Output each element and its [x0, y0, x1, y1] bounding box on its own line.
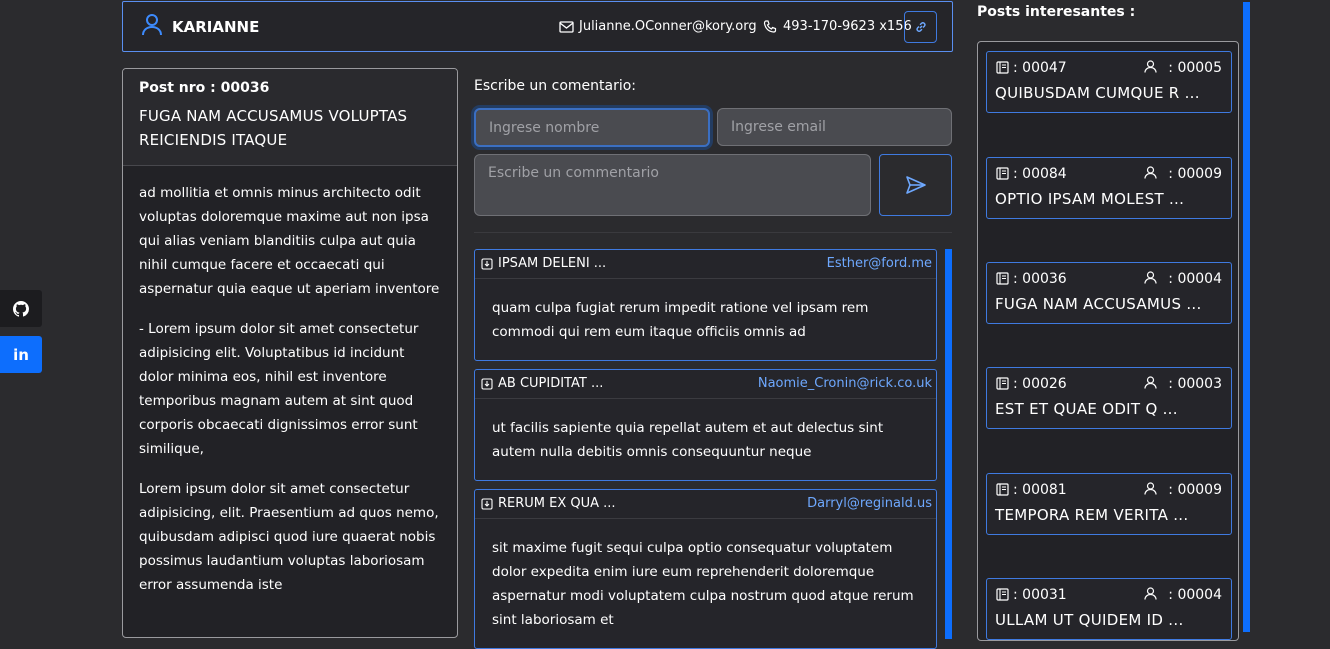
comment-textarea[interactable]: Escribe un commentario	[474, 154, 871, 216]
post-paragraph: - Lorem ipsum dolor sit amet consectetur…	[139, 321, 419, 457]
interesting-posts-panel: : 00047 : 00005 QUIBUSDAM CUMQUE R ... :…	[977, 41, 1239, 641]
comment-card: IPSAM DELENI ... Esther@ford.me quam cul…	[474, 249, 937, 361]
post-user-id: : 00003	[1168, 376, 1222, 392]
post-title: QUIBUSDAM CUMQUE R ...	[995, 84, 1200, 102]
post-title: ULLAM UT QUIDEM ID ...	[995, 611, 1184, 629]
github-button[interactable]	[0, 290, 42, 327]
email-input[interactable]: Ingrese email	[717, 108, 952, 146]
post-user-id: : 00009	[1168, 166, 1222, 182]
user-icon	[1144, 271, 1157, 284]
comment-header: IPSAM DELENI ... Esther@ford.me	[475, 250, 936, 279]
user-icon	[1144, 482, 1157, 495]
comment-text: ut facilis sapiente quia repellat autem …	[492, 420, 884, 460]
user-icon	[1144, 376, 1157, 389]
email-input-placeholder: Ingrese email	[731, 119, 826, 135]
post-title: FUGA NAM ACCUSAMUS VOLUPTAS REICIENDIS I…	[139, 107, 408, 149]
comment-icon	[481, 378, 493, 390]
post-header: Post nro : 00036 FUGA NAM ACCUSAMUS VOLU…	[123, 69, 457, 166]
comment-text: quam culpa fugiat rerum impedit ratione …	[492, 300, 869, 340]
username: KARIANNE	[172, 18, 260, 36]
send-comment-button[interactable]	[879, 154, 952, 216]
github-icon	[13, 300, 29, 317]
book-icon	[996, 377, 1009, 390]
post-user-id: : 00004	[1168, 271, 1222, 287]
post-card-link[interactable]: : 00036 : 00004 FUGA NAM ACCUSAMUS ...	[986, 262, 1232, 324]
sidebar-title: Posts interesantes :	[977, 4, 1136, 20]
post-title: TEMPORA REM VERITA ...	[995, 506, 1189, 524]
post-title: FUGA NAM ACCUSAMUS ...	[995, 295, 1202, 313]
name-input[interactable]: Ingrese nombre	[474, 108, 710, 147]
post-user-id: : 00005	[1168, 60, 1222, 76]
user-header: KARIANNE Julianne.OConner@kory.org 493-1…	[122, 1, 953, 52]
comment-card: RERUM EX QUA ... Darryl@reginald.us sit …	[474, 489, 937, 649]
comment-title: IPSAM DELENI ...	[498, 256, 607, 271]
post-number: : 00026	[1013, 376, 1067, 392]
book-icon	[996, 483, 1009, 496]
comment-email[interactable]: Darryl@reginald.us	[807, 496, 932, 511]
website-link-button[interactable]	[904, 11, 937, 43]
comment-textarea-placeholder: Escribe un commentario	[488, 165, 659, 181]
comment-icon	[481, 498, 493, 510]
post-user-id: : 00004	[1168, 587, 1222, 603]
post-paragraph: Lorem ipsum dolor sit amet consectetur a…	[139, 481, 439, 593]
post-body: ad mollitia et omnis minus architecto od…	[139, 181, 443, 613]
user-icon	[1144, 166, 1157, 179]
user-phone: 493-170-9623 x156	[783, 19, 912, 34]
comment-icon	[481, 258, 493, 270]
comment-header: AB CUPIDITAT ... Naomie_Cronin@rick.co.u…	[475, 370, 936, 399]
mail-icon	[559, 21, 574, 33]
comment-title: AB CUPIDITAT ...	[498, 376, 604, 391]
post-card-link[interactable]: : 00084 : 00009 OPTIO IPSAM MOLEST ...	[986, 157, 1232, 219]
post-card-link[interactable]: : 00081 : 00009 TEMPORA REM VERITA ...	[986, 473, 1232, 535]
name-input-placeholder: Ingrese nombre	[489, 119, 600, 136]
post-number: : 00036	[1013, 271, 1067, 287]
user-icon	[1144, 587, 1157, 600]
linkedin-icon: in	[13, 345, 29, 364]
post-number: : 00031	[1013, 587, 1067, 603]
send-icon	[905, 176, 926, 194]
post-card-link[interactable]: : 00026 : 00003 EST ET QUAE ODIT Q ...	[986, 367, 1232, 429]
comment-card: AB CUPIDITAT ... Naomie_Cronin@rick.co.u…	[474, 369, 937, 481]
post-title: EST ET QUAE ODIT Q ...	[995, 400, 1178, 418]
link-icon	[915, 22, 926, 32]
post-user-id: : 00009	[1168, 482, 1222, 498]
sidebar-scrollbar[interactable]	[1243, 2, 1250, 632]
post-card: Post nro : 00036 FUGA NAM ACCUSAMUS VOLU…	[122, 68, 458, 638]
comments-scrollbar[interactable]	[945, 249, 952, 639]
post-number: : 00081	[1013, 482, 1067, 498]
post-title: OPTIO IPSAM MOLEST ...	[995, 190, 1185, 208]
linkedin-button[interactable]: in	[0, 336, 42, 373]
comment-header: RERUM EX QUA ... Darryl@reginald.us	[475, 490, 936, 519]
post-number: : 00084	[1013, 166, 1067, 182]
comment-email[interactable]: Esther@ford.me	[827, 256, 932, 271]
book-icon	[996, 167, 1009, 180]
comment-title: RERUM EX QUA ...	[498, 496, 616, 511]
divider	[474, 232, 952, 233]
post-number: : 00047	[1013, 60, 1067, 76]
comment-form-label: Escribe un comentario:	[474, 78, 637, 94]
post-paragraph: ad mollitia et omnis minus architecto od…	[139, 185, 440, 297]
comment-email[interactable]: Naomie_Cronin@rick.co.uk	[758, 376, 932, 391]
user-icon	[1144, 60, 1157, 73]
user-icon	[142, 14, 162, 36]
phone-icon	[763, 20, 777, 34]
book-icon	[996, 61, 1009, 74]
post-number: Post nro : 00036	[139, 80, 270, 96]
user-email: Julianne.OConner@kory.org	[579, 19, 757, 34]
post-card-link[interactable]: : 00047 : 00005 QUIBUSDAM CUMQUE R ...	[986, 51, 1232, 113]
book-icon	[996, 272, 1009, 285]
comment-text: sit maxime fugit sequi culpa optio conse…	[492, 540, 914, 628]
book-icon	[996, 588, 1009, 601]
